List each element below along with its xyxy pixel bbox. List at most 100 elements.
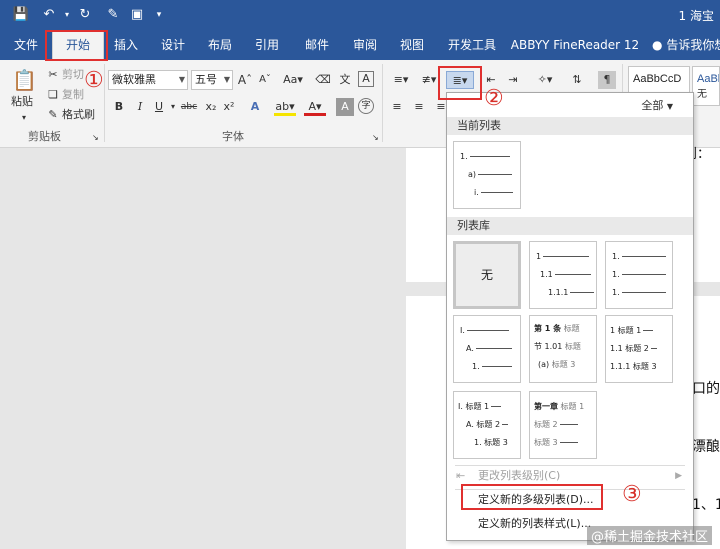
tab-review[interactable]: 审阅 [344, 30, 386, 60]
font-size-select[interactable]: 五号 ▼ [191, 70, 233, 90]
align-left-icon[interactable]: ≡ [388, 98, 406, 116]
style-no-spacing-sub: 无 [697, 89, 707, 100]
tab-mailings[interactable]: 邮件 [296, 30, 338, 60]
annotation-step-2: ② [484, 86, 504, 111]
enclose-characters-icon[interactable]: 字 [358, 98, 374, 114]
chevron-down-icon: ▼ [666, 102, 673, 111]
show-marks-icon[interactable]: ¶ [598, 71, 616, 89]
chevron-right-icon: ▶ [675, 471, 682, 481]
tile-line: 1. [612, 252, 620, 261]
ribbon-separator [104, 64, 105, 142]
chevron-down-icon: ▼ [223, 75, 230, 84]
font-name-select[interactable]: 微软雅黑 ▼ [108, 70, 188, 90]
bullets-icon[interactable]: ≡▾ [388, 71, 414, 89]
redo-icon[interactable]: ↻ [76, 6, 94, 24]
document-line-3: 1、1 [692, 497, 720, 513]
tile-line: 标题 [564, 342, 581, 351]
tab-abbyy[interactable]: ABBYY FineReader 12 [510, 30, 640, 60]
list-tile-chapter[interactable]: 第一章 标题 1 标题 2 标题 3 [529, 391, 597, 459]
tab-layout[interactable]: 布局 [200, 30, 240, 60]
tab-references[interactable]: 引用 [246, 30, 288, 60]
tile-line: 标题 3 [551, 360, 576, 369]
paste-label[interactable]: 粘贴 [11, 94, 33, 110]
list-tile-heading-numeric[interactable]: 1 标题 1 1.1 标题 2 1.1.1 标题 3 [605, 315, 673, 383]
gallery-filter[interactable]: 全部 ▼ [641, 97, 673, 113]
annotation-box-define-new [461, 484, 603, 510]
tile-line: 标题 3 [534, 438, 558, 447]
list-tile-none[interactable]: 无 [453, 241, 521, 309]
grow-font-icon[interactable]: Aˆ [236, 71, 254, 89]
list-library-header: 列表库 [447, 217, 693, 235]
sort-icon[interactable]: ⇅ [568, 71, 586, 89]
list-tile-numeric[interactable]: 1 1.1 1.1.1 [529, 241, 597, 309]
clear-formatting-icon[interactable]: ⌫ [314, 71, 332, 89]
paste-dropdown-icon[interactable]: ▾ [22, 110, 26, 126]
change-case-icon[interactable]: Aa▾ [280, 71, 306, 89]
subscript-icon[interactable]: x₂ [202, 98, 220, 116]
format-painter-qa-icon[interactable]: ✎ [104, 6, 122, 24]
undo-icon[interactable]: ↶ [40, 6, 58, 24]
copy-label[interactable]: 复制 [62, 87, 84, 103]
list-tile-article[interactable]: 第 1 条 标题 节 1.01 标题 (a) 标题 3 [529, 315, 597, 383]
bold-icon[interactable]: B [110, 98, 128, 116]
paste-icon[interactable]: 📋 [12, 66, 37, 94]
font-group-label: 字体 [222, 130, 244, 143]
shrink-font-icon[interactable]: Aˇ [256, 71, 274, 89]
align-center-icon[interactable]: ≡ [410, 98, 428, 116]
font-launcher-icon[interactable]: ↘ [372, 130, 379, 146]
font-color-icon[interactable]: A▾ [304, 98, 326, 116]
copy-icon[interactable]: ❏ [44, 86, 62, 104]
cut-icon[interactable]: ✂ [44, 66, 62, 84]
tile-line: 1 [536, 252, 542, 261]
print-preview-icon[interactable]: ▣ [128, 6, 146, 24]
tile-line: A. [466, 344, 474, 353]
tile-line: I. [460, 326, 465, 335]
tab-file[interactable]: 文件 [4, 30, 48, 60]
tab-developer[interactable]: 开发工具 [440, 30, 504, 60]
tell-me-label: 告诉我你想 [666, 38, 720, 52]
tile-line: I. 标题 1 [458, 402, 490, 411]
current-list-header: 当前列表 [447, 117, 693, 135]
tile-line: 1. [472, 362, 480, 371]
strikethrough-icon[interactable]: abc [178, 98, 200, 116]
character-shading-icon[interactable]: A [336, 98, 354, 116]
phonetic-guide-icon[interactable]: 文 [336, 71, 354, 89]
list-tile-heading-roman[interactable]: I. 标题 1 A. 标题 2 1. 标题 3 [453, 391, 521, 459]
tile-line: 1.1 [540, 270, 553, 279]
italic-icon[interactable]: I [131, 98, 149, 116]
save-icon[interactable]: 💾 [12, 6, 30, 24]
annotation-box-multilevel [438, 66, 482, 100]
annotation-box-home-tab [45, 30, 108, 61]
list-tile-roman[interactable]: I. A. 1. [453, 315, 521, 383]
style-no-spacing[interactable]: AaBb 无 [692, 66, 720, 106]
ribbon-separator [382, 64, 383, 142]
text-effects-icon[interactable]: A [246, 98, 264, 116]
annotation-step-3: ③ [622, 482, 642, 507]
cut-label[interactable]: 剪切 [62, 67, 84, 83]
tile-line: 标题 [563, 324, 580, 333]
format-painter-label[interactable]: 格式刷 [62, 107, 95, 123]
list-tile-numeric-dot[interactable]: 1. 1. 1. [605, 241, 673, 309]
tab-design[interactable]: 设计 [152, 30, 194, 60]
tab-insert[interactable]: 插入 [106, 30, 146, 60]
list-tile-none-label: 无 [480, 268, 493, 282]
highlight-color-icon[interactable]: ab▾ [274, 98, 296, 116]
style-no-spacing-label: AaBb [697, 73, 719, 85]
increase-indent-icon[interactable]: ⇥ [504, 71, 522, 89]
tile-line: A. 标题 2 [466, 420, 501, 429]
clipboard-launcher-icon[interactable]: ↘ [92, 130, 99, 146]
clipboard-group-label: 剪贴板 [28, 130, 61, 143]
tile-line: 标题 2 [534, 420, 558, 429]
document-title: 1 海宝 [678, 9, 714, 23]
multilevel-list-dropdown: 全部 ▼ 当前列表 1. a) i. 列表库 无 1 1.1 1.1.1 1. … [446, 92, 694, 541]
format-painter-icon[interactable]: ✎ [44, 106, 62, 124]
tile-line: 标题 1 [560, 402, 585, 411]
tell-me-box[interactable]: ● 告诉我你想 [652, 30, 720, 60]
customize-qa-icon[interactable]: ▾ [150, 6, 168, 24]
chinese-layout-icon[interactable]: ✧▾ [532, 71, 558, 89]
character-border-icon[interactable]: A [358, 71, 374, 87]
undo-dropdown-icon[interactable]: ▾ [58, 6, 76, 24]
superscript-icon[interactable]: x² [220, 98, 238, 116]
list-tile-current[interactable]: 1. a) i. [453, 141, 521, 209]
tab-view[interactable]: 视图 [392, 30, 432, 60]
